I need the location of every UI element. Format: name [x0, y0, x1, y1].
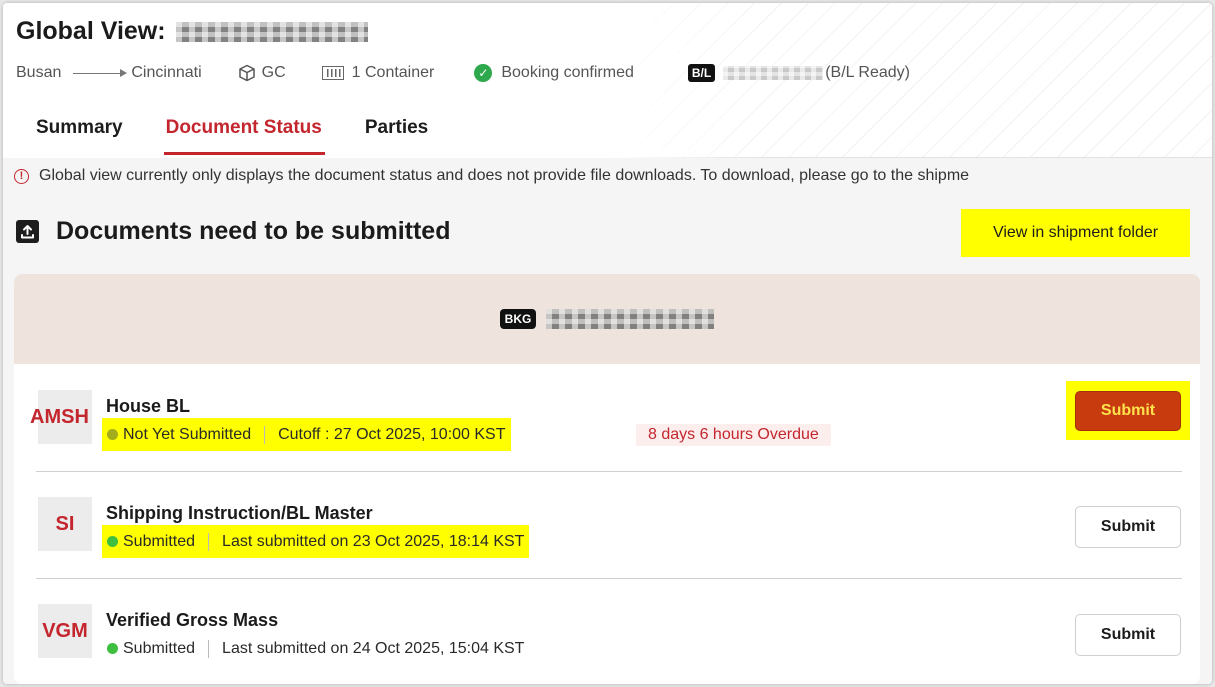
bkg-tag: BKG — [499, 309, 537, 329]
section-title: Documents need to be submitted — [16, 217, 450, 246]
submit-button[interactable]: Submit — [1075, 506, 1181, 548]
upload-icon — [16, 220, 39, 243]
divider — [208, 639, 210, 658]
notice-text: Global view currently only displays the … — [39, 167, 970, 184]
view-in-shipment-folder-link[interactable]: View in shipment folder — [961, 209, 1190, 257]
document-name: Verified Gross Mass — [106, 610, 279, 630]
document-row-shipping-instruction: SI Shipping Instruction/BL Master Submit… — [36, 472, 1182, 579]
document-status: Not Yet Submitted Cutoff : 27 Oct 2025, … — [102, 418, 511, 451]
bl-tag: B/L — [687, 64, 716, 82]
submit-button-highlight: Submit — [1066, 381, 1190, 440]
tab-document-status[interactable]: Document Status — [163, 115, 326, 158]
bl-status-label: (B/L Ready) — [825, 64, 910, 81]
container-count: 1 Container — [321, 64, 435, 82]
status-detail: Last submitted on 24 Oct 2025, 15:04 KST — [222, 639, 525, 657]
status-dot-icon — [107, 643, 118, 654]
redacted-bl-number — [723, 66, 824, 80]
status-dot-icon — [107, 536, 118, 547]
status-label: Submitted — [123, 639, 196, 657]
global-view-panel: Global View: Busan Cincinnati GC 1 Conta… — [3, 3, 1212, 684]
divider — [208, 532, 210, 551]
redacted-booking-id — [546, 309, 715, 329]
cube-icon — [238, 64, 255, 82]
cargo-type-label: GC — [261, 64, 286, 81]
booking-documents-card: BKG AMSH House BL Not Yet Submitted Cuto… — [14, 274, 1200, 684]
document-code: AMSH — [30, 390, 92, 444]
overdue-badge: 8 days 6 hours Overdue — [636, 424, 831, 446]
status-detail: Last submitted on 23 Oct 2025, 18:14 KST — [222, 532, 525, 550]
document-code: VGM — [38, 604, 92, 658]
tab-summary[interactable]: Summary — [36, 115, 123, 158]
document-status: Submitted Last submitted on 24 Oct 2025,… — [102, 632, 529, 665]
arrow-right-icon — [73, 68, 128, 77]
divider — [264, 425, 266, 444]
tab-bar: Summary Document Status Parties — [36, 115, 428, 158]
redacted-booking-number — [175, 21, 368, 42]
status-label: Not Yet Submitted — [123, 425, 252, 443]
shipment-meta: Busan Cincinnati GC 1 Container ✓ Bookin… — [16, 63, 910, 83]
route-destination: Cincinnati — [131, 64, 202, 81]
page-title: Global View: — [16, 17, 368, 46]
alert-circle-icon: ! — [14, 168, 29, 184]
check-circle-icon: ✓ — [474, 64, 493, 82]
submit-button[interactable]: Submit — [1075, 614, 1181, 656]
document-code: SI — [38, 497, 92, 551]
notice-banner: ! Global view currently only displays th… — [14, 167, 969, 185]
document-name: House BL — [106, 396, 191, 416]
document-status: Submitted Last submitted on 23 Oct 2025,… — [102, 525, 530, 558]
status-detail: Cutoff : 27 Oct 2025, 10:00 KST — [278, 425, 506, 443]
container-count-label: 1 Container — [351, 64, 435, 81]
route-origin: Busan — [16, 64, 62, 81]
container-icon — [321, 66, 344, 80]
section-title-text: Documents need to be submitted — [56, 217, 451, 245]
booking-header: BKG — [14, 274, 1200, 364]
bl-status: B/L (B/L Ready) — [687, 64, 910, 82]
page-title-text: Global View: — [16, 17, 166, 45]
submit-button[interactable]: Submit — [1075, 390, 1181, 431]
document-row-house-bl: AMSH House BL Not Yet Submitted Cutoff :… — [30, 365, 1190, 472]
document-row-verified-gross-mass: VGM Verified Gross Mass Submitted Last s… — [36, 579, 1182, 684]
booking-status-label: Booking confirmed — [501, 64, 634, 81]
booking-status: ✓ Booking confirmed — [474, 64, 634, 82]
document-name: Shipping Instruction/BL Master — [106, 503, 373, 523]
page-header: Global View: Busan Cincinnati GC 1 Conta… — [3, 3, 1212, 158]
status-dot-icon — [107, 429, 118, 440]
tab-parties[interactable]: Parties — [365, 115, 428, 158]
cargo-type: GC — [238, 64, 286, 82]
status-label: Submitted — [123, 532, 196, 550]
